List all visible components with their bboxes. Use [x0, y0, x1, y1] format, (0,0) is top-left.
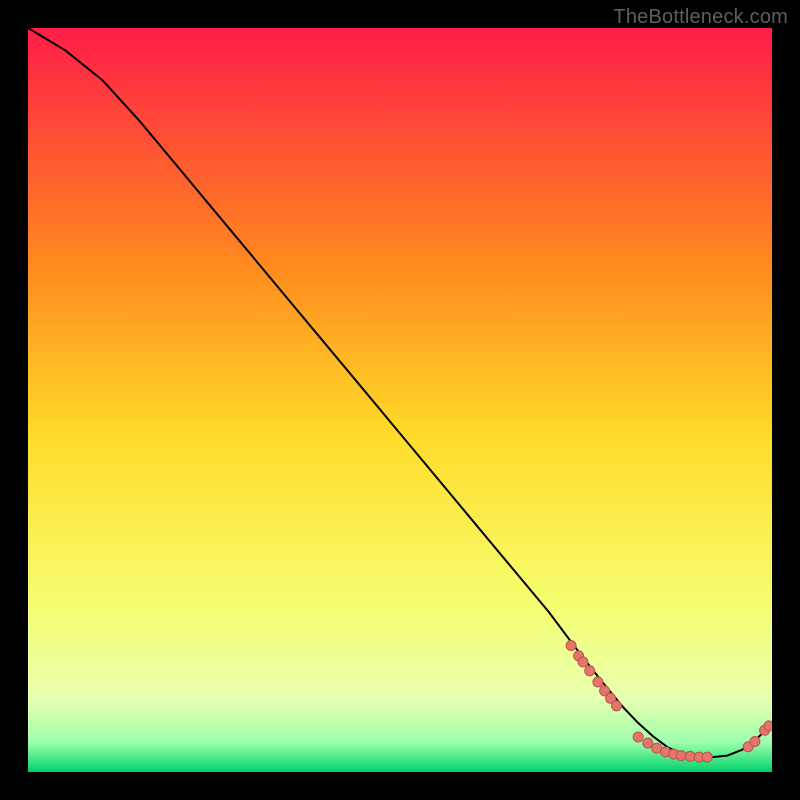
curve-marker	[702, 752, 712, 762]
curve-marker	[566, 641, 576, 651]
curve-marker	[593, 677, 603, 687]
curve-marker	[578, 657, 588, 667]
curve-marker	[750, 737, 760, 747]
curve-marker	[643, 738, 653, 748]
curve-marker	[676, 751, 686, 761]
plot-area	[28, 28, 772, 772]
bottleneck-chart	[28, 28, 772, 772]
curve-marker	[612, 701, 622, 711]
chart-stage: TheBottleneck.com	[0, 0, 800, 800]
watermark-text: TheBottleneck.com	[613, 6, 788, 29]
gradient-background	[28, 28, 772, 772]
curve-marker	[633, 732, 643, 742]
curve-marker	[585, 666, 595, 676]
curve-marker	[764, 721, 772, 731]
